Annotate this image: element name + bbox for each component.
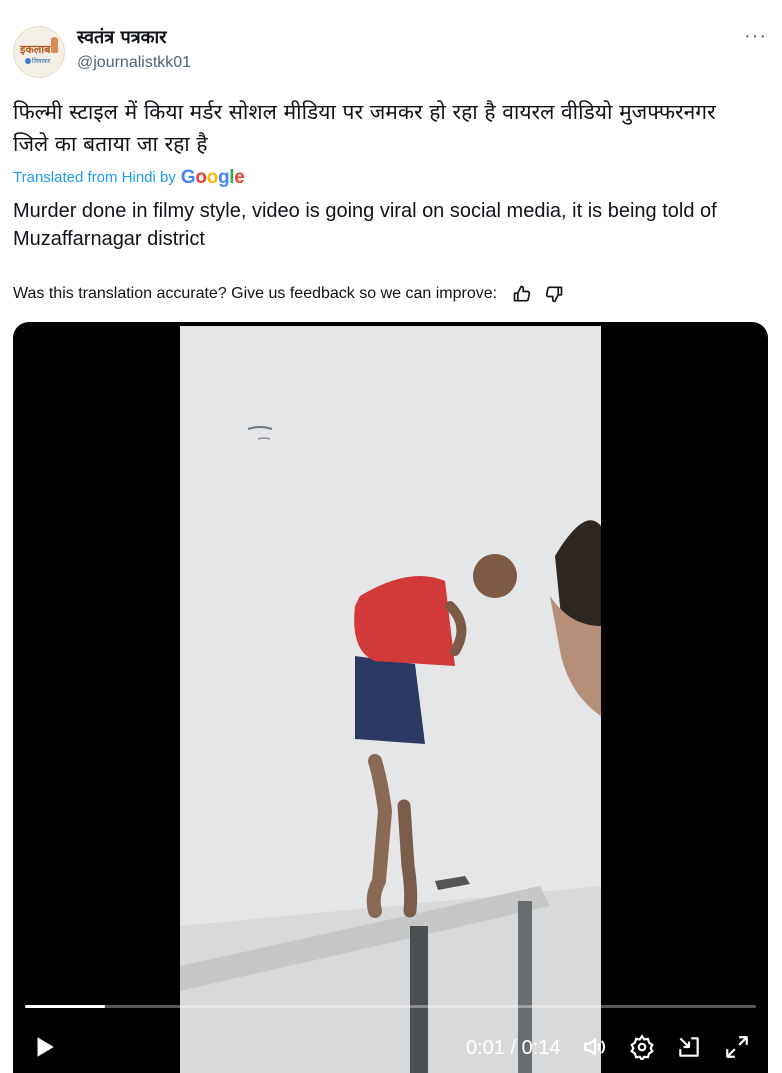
video-progress-bar[interactable] [25,1005,756,1008]
video-controls: 0:01 / 0:14 [13,1028,768,1068]
video-player[interactable]: 0:01 / 0:14 [13,322,768,1073]
tweet-header: इकलाब जियाकर स्वतंत्र पत्रकार @journalis… [13,26,769,80]
logo-dot-icon [25,58,31,64]
video-frame[interactable] [180,326,601,1073]
translation-feedback: Was this translation accurate? Give us f… [13,283,565,305]
avatar[interactable]: इकलाब जियाकर [13,26,65,78]
volume-icon[interactable] [579,1028,609,1066]
raised-hand-icon [51,37,58,53]
translated-label-text: Translated from Hindi by [13,169,176,186]
translated-text: Murder done in filmy style, video is goi… [13,200,717,250]
minimize-icon[interactable] [674,1028,704,1066]
more-horizontal-icon[interactable]: ··· [744,26,767,46]
video-frame-image [180,326,601,1073]
user-handle[interactable]: @journalistkk01 [77,52,191,74]
settings-icon[interactable] [627,1028,657,1066]
video-time-display: 0:01 / 0:14 [466,1037,561,1059]
feedback-prompt: Was this translation accurate? Give us f… [13,285,498,302]
avatar-logo-text: इकलाब [20,43,51,56]
fullscreen-icon[interactable] [722,1028,752,1066]
avatar-logo-subtext: जियाकर [32,58,51,65]
video-progress-fill [25,1005,106,1008]
translated-from-label[interactable]: Translated from Hindi by Google [13,166,245,190]
play-icon[interactable] [29,1028,59,1066]
thumbs-up-icon[interactable] [511,283,533,305]
display-name[interactable]: स्वतंत्र पत्रकार [77,26,191,50]
author-names: स्वतंत्र पत्रकार @journalistkk01 [77,26,191,74]
tweet-text: फिल्मी स्टाइल में किया मर्डर सोशल मीडिया… [13,100,716,156]
google-logo: Google [180,167,245,188]
thumbs-down-icon[interactable] [543,283,565,305]
